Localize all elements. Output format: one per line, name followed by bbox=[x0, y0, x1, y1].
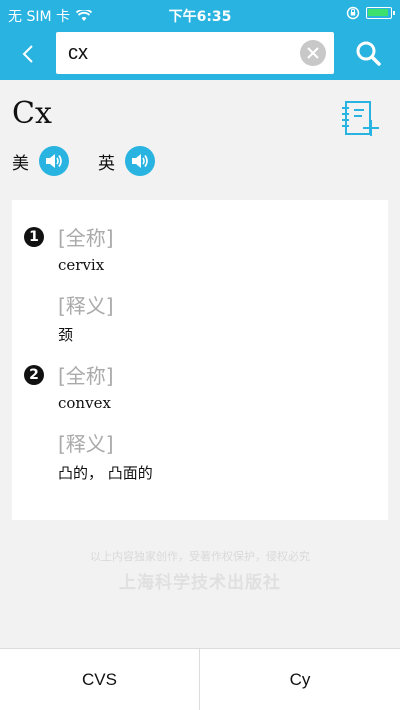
speaker-icon bbox=[46, 154, 62, 168]
bottom-nav: CVS Cy bbox=[0, 648, 400, 710]
orientation-lock-icon bbox=[346, 6, 360, 20]
full-name-label: [全称] bbox=[58, 364, 114, 388]
sense-number: 1 bbox=[24, 227, 44, 247]
pron-uk-label: 英 bbox=[98, 153, 115, 174]
status-time: 下午6:35 bbox=[168, 9, 232, 25]
full-name-label: [全称] bbox=[58, 226, 114, 250]
search-icon bbox=[356, 41, 381, 66]
pronunciation-us: 美 bbox=[12, 146, 69, 176]
back-button[interactable] bbox=[10, 36, 46, 72]
previous-word-button[interactable]: CVS bbox=[0, 649, 200, 710]
pronunciation-uk: 英 bbox=[98, 146, 155, 176]
add-to-wordbook-button[interactable] bbox=[340, 100, 380, 138]
meaning-label: [释义] bbox=[58, 294, 114, 318]
pron-us-label: 美 bbox=[12, 153, 29, 174]
full-name-value: cervix bbox=[58, 256, 105, 274]
status-right bbox=[346, 6, 395, 20]
search-button[interactable] bbox=[344, 32, 392, 74]
next-word-button[interactable]: Cy bbox=[200, 649, 400, 710]
definition-card: 1 [全称] cervix [释义] 颈 2 [全称] convex [释义] … bbox=[12, 200, 388, 520]
clear-button[interactable] bbox=[300, 40, 326, 66]
copyright-notice: 以上内容独家创作，受著作权保护，侵权必究 bbox=[90, 550, 310, 563]
meaning-value: 凸的， 凸面的 bbox=[58, 464, 153, 482]
meaning-label: [释义] bbox=[58, 432, 114, 456]
notebook-add-icon bbox=[342, 101, 379, 136]
speaker-icon bbox=[132, 154, 148, 168]
status-bar: 无 SIM 卡 下午6:35 bbox=[0, 0, 400, 28]
top-bar: 无 SIM 卡 下午6:35 bbox=[0, 0, 400, 80]
play-uk-audio-button[interactable] bbox=[125, 146, 155, 176]
sense-number: 2 bbox=[24, 365, 44, 385]
search-input[interactable] bbox=[56, 32, 296, 74]
meaning-value: 颈 bbox=[58, 326, 74, 344]
battery-icon bbox=[366, 7, 395, 19]
headword: Cx bbox=[12, 96, 52, 131]
full-name-value: convex bbox=[58, 394, 111, 412]
close-icon bbox=[307, 47, 319, 59]
chevron-left-icon bbox=[22, 45, 33, 63]
play-us-audio-button[interactable] bbox=[39, 146, 69, 176]
search-box bbox=[56, 32, 334, 74]
publisher-name: 上海科学技术出版社 bbox=[119, 573, 281, 593]
